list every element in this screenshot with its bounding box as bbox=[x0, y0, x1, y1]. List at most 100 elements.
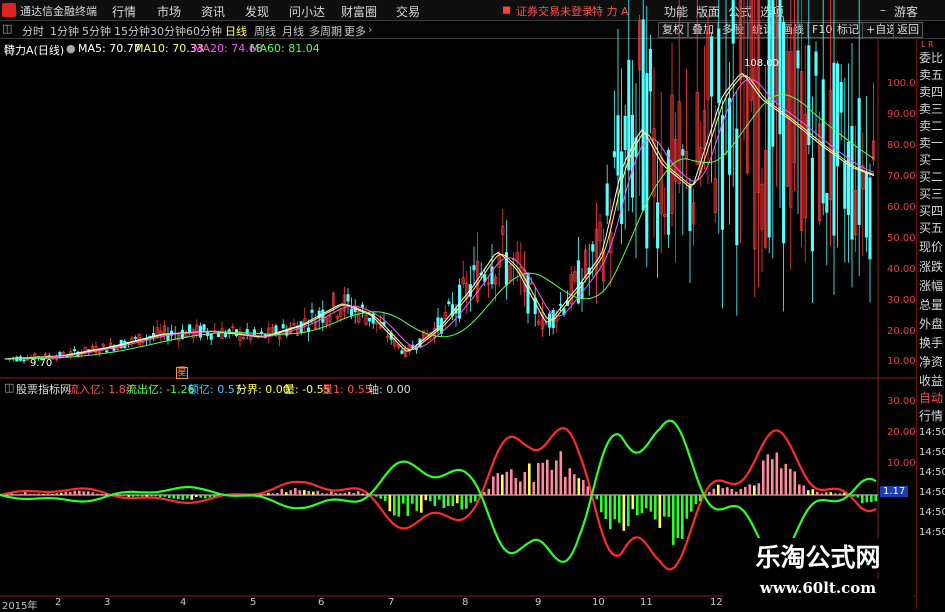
candle-body bbox=[509, 266, 511, 281]
candle-body bbox=[167, 335, 169, 341]
menu-item-banmian[interactable]: 版面 bbox=[696, 3, 720, 20]
candle-body bbox=[710, 37, 712, 97]
sidebar-item-volume[interactable]: 总量 bbox=[919, 296, 943, 313]
volume-bar bbox=[389, 495, 392, 511]
candle-body bbox=[145, 338, 147, 339]
menu-item-hangqing[interactable]: 行情 bbox=[112, 3, 136, 20]
minimize-icon[interactable]: – bbox=[880, 3, 886, 17]
candle-body bbox=[386, 336, 388, 337]
menu-item-caifuquan[interactable]: 财富圈 bbox=[341, 3, 377, 20]
candle-body bbox=[246, 329, 248, 334]
candle-body bbox=[588, 268, 590, 274]
sidebar-item-price[interactable]: 现价 bbox=[919, 238, 943, 255]
tab-5min[interactable]: 5分钟 bbox=[82, 23, 111, 39]
volume-bar bbox=[672, 495, 675, 545]
menu-item-wenxiaoda[interactable]: 问小达 bbox=[289, 3, 325, 20]
low-price-label: 9.70 bbox=[30, 358, 52, 369]
date-month-11: 11 bbox=[640, 597, 653, 608]
candle-body bbox=[170, 331, 172, 335]
btn-tongji[interactable]: 统计 bbox=[748, 22, 778, 38]
sidebar-item-sell1[interactable]: 卖一 bbox=[919, 134, 943, 151]
volume-bar bbox=[114, 495, 117, 496]
menu-item-jiaoyi[interactable]: 交易 bbox=[396, 3, 420, 20]
tab-daily[interactable]: 日线 bbox=[225, 23, 247, 39]
volume-bar bbox=[456, 495, 459, 503]
menu-item-gongneng[interactable]: 功能 bbox=[664, 3, 688, 20]
volume-bar bbox=[830, 492, 833, 495]
indicator-settings-icon[interactable]: ◫ bbox=[4, 381, 14, 394]
event-marker[interactable]: 星 bbox=[176, 367, 188, 379]
candle-body bbox=[48, 356, 50, 357]
tab-30min[interactable]: 30分钟 bbox=[150, 23, 186, 39]
candle-body bbox=[91, 346, 93, 350]
indicator-name[interactable]: 股票指标网 bbox=[16, 381, 71, 397]
candle-body bbox=[606, 184, 608, 215]
sidebar-item-buy1[interactable]: 买一 bbox=[919, 151, 943, 168]
btn-diejia[interactable]: 叠加 bbox=[688, 22, 718, 38]
volume-bar bbox=[537, 463, 540, 495]
tab-1min[interactable]: 1分钟 bbox=[50, 23, 79, 39]
sidebar-item-sell5[interactable]: 卖五 bbox=[919, 66, 943, 83]
volume-bar bbox=[11, 493, 14, 495]
candle-body bbox=[365, 315, 367, 324]
candle-body bbox=[235, 330, 237, 336]
tab-15min[interactable]: 15分钟 bbox=[114, 23, 150, 39]
tab-monthly[interactable]: 月线 bbox=[282, 23, 304, 39]
btn-biaoji[interactable]: 标记 bbox=[833, 22, 863, 38]
sidebar-auto[interactable]: 自动 bbox=[919, 389, 943, 406]
btn-fanhui[interactable]: 返回 bbox=[893, 22, 923, 38]
menu-item-faxian[interactable]: 发现 bbox=[245, 3, 269, 20]
candle-body bbox=[826, 193, 828, 212]
candle-body bbox=[372, 314, 374, 324]
tab-more[interactable]: 更多 bbox=[344, 23, 366, 39]
more-chevron-icon[interactable]: › bbox=[368, 23, 372, 36]
tab-multi-period[interactable]: 多周期 bbox=[309, 23, 342, 39]
guest-label[interactable]: 游客 bbox=[894, 3, 918, 20]
candle-body bbox=[718, 29, 720, 103]
sidebar-item-buy4[interactable]: 买四 bbox=[919, 202, 943, 219]
menu-item-shichang[interactable]: 市场 bbox=[157, 3, 181, 20]
sidebar-item-earnings[interactable]: 收益 bbox=[919, 372, 943, 389]
sidebar-item-sell4[interactable]: 卖四 bbox=[919, 83, 943, 100]
candle-body bbox=[455, 309, 457, 313]
candle-body bbox=[350, 309, 352, 315]
sidebar-item-buy5[interactable]: 买五 bbox=[919, 219, 943, 236]
volume-bar bbox=[339, 493, 342, 495]
candle-body bbox=[98, 352, 100, 353]
sidebar-toggle-icon[interactable]: ◫ bbox=[2, 22, 12, 35]
sidebar-item-buy2[interactable]: 买二 bbox=[919, 168, 943, 185]
ma-toggle-icon[interactable]: ● bbox=[66, 42, 76, 55]
menu-item-zixun[interactable]: 资讯 bbox=[201, 3, 225, 20]
volume-bar bbox=[24, 492, 27, 495]
tab-fenshi[interactable]: 分时 bbox=[22, 23, 44, 39]
btn-duogu[interactable]: 多股 bbox=[718, 22, 748, 38]
sidebar-item-netasset[interactable]: 净资 bbox=[919, 353, 943, 370]
sidebar-item-sell3[interactable]: 卖三 bbox=[919, 100, 943, 117]
menu-item-gongshi[interactable]: 公式 bbox=[728, 3, 752, 20]
sidebar-item-weibi[interactable]: 委比 bbox=[919, 49, 943, 66]
candle-body bbox=[232, 327, 234, 328]
candle-body bbox=[419, 339, 421, 347]
candle-body bbox=[617, 116, 619, 176]
volume-bar bbox=[501, 475, 504, 495]
sidebar-lr-toggle[interactable]: L R bbox=[921, 40, 934, 49]
menu-item-xuanxiang[interactable]: 选项 bbox=[760, 3, 784, 20]
trade-login-warning[interactable]: 证券交易未登录 bbox=[516, 3, 593, 19]
volume-bar bbox=[177, 495, 180, 499]
sidebar-item-outer[interactable]: 外盘 bbox=[919, 315, 943, 332]
sidebar-hangqing[interactable]: 行情 bbox=[919, 407, 943, 424]
sidebar-item-buy3[interactable]: 买三 bbox=[919, 185, 943, 202]
btn-fuquan[interactable]: 复权 bbox=[658, 22, 688, 38]
volume-bar bbox=[78, 491, 81, 495]
btn-huaxian[interactable]: 画线 bbox=[778, 22, 808, 38]
candle-body bbox=[163, 326, 165, 333]
candle-body bbox=[181, 330, 183, 338]
sidebar-item-sell2[interactable]: 卖二 bbox=[919, 117, 943, 134]
tab-60min[interactable]: 60分钟 bbox=[186, 23, 222, 39]
tab-weekly[interactable]: 周线 bbox=[254, 23, 276, 39]
sidebar-item-turnover[interactable]: 换手 bbox=[919, 334, 943, 351]
candle-body bbox=[714, 179, 716, 213]
candle-body bbox=[700, 147, 702, 172]
sidebar-item-change-pct[interactable]: 涨幅 bbox=[919, 277, 943, 294]
sidebar-item-change[interactable]: 涨跌 bbox=[919, 258, 943, 275]
